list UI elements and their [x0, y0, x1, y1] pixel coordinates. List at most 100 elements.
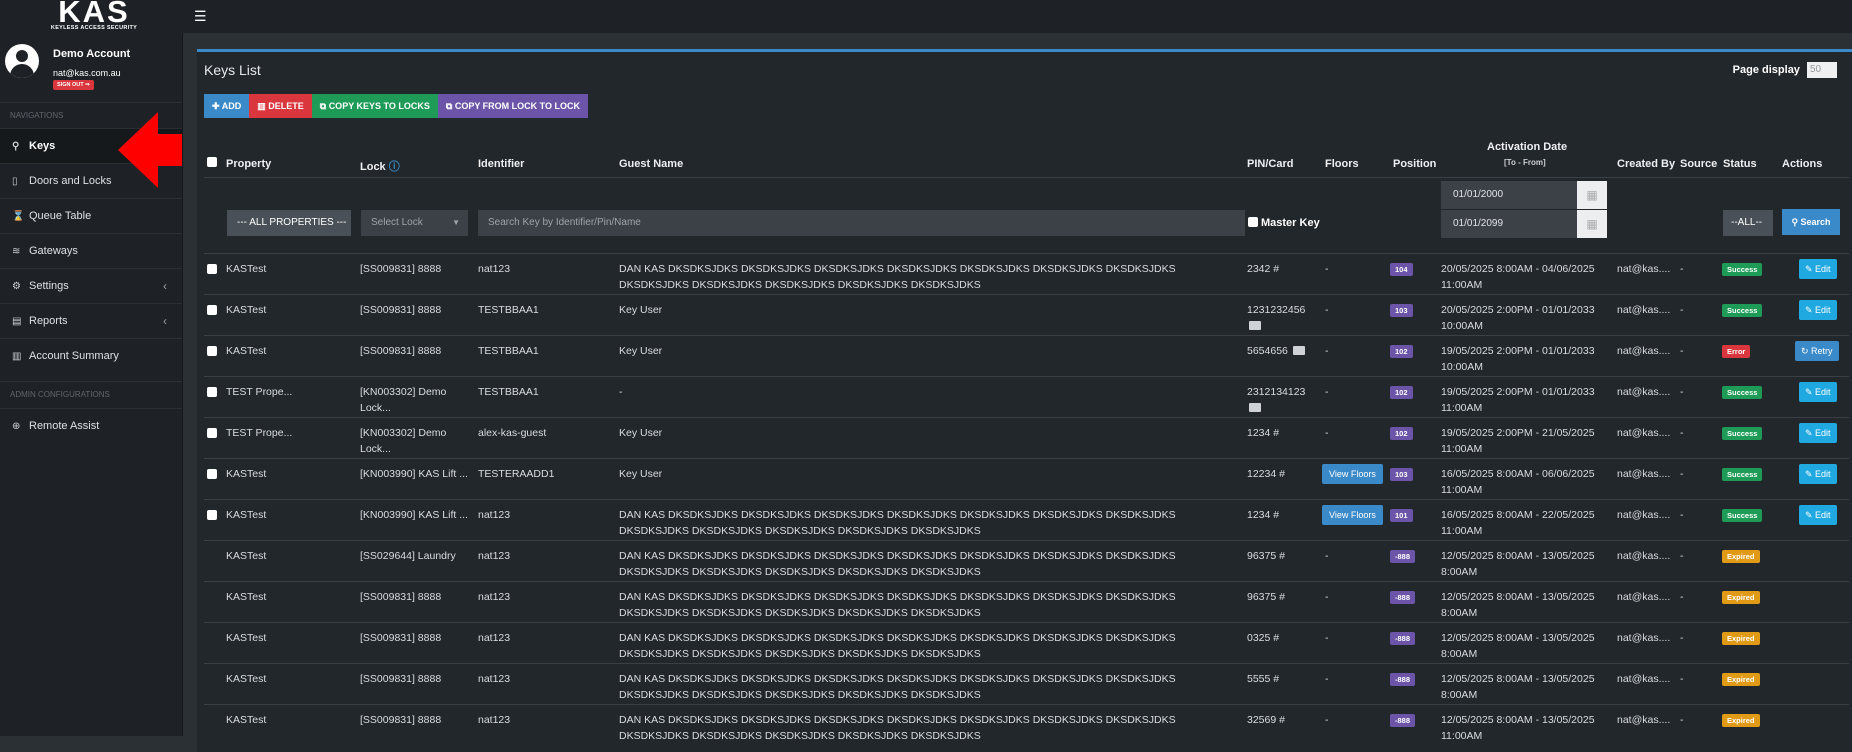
table-row[interactable]: TEST Prope... [KN003302] Demo Lock... TESTB…: [204, 376, 1849, 418]
header-status[interactable]: Status: [1723, 158, 1757, 170]
table-row[interactable]: KASTest [SS009831] 8888 nat123 DAN KAS DKSD…: [204, 581, 1849, 623]
table-row[interactable]: KASTest [SS009831] 8888 nat123 DAN KAS DKSD…: [204, 663, 1849, 705]
search-button[interactable]: ⚲ Search: [1782, 209, 1840, 235]
delete-button[interactable]: ▥ DELETE: [249, 94, 312, 118]
table-row[interactable]: KASTest [SS029644] Laundry nat123 DAN KAS D…: [204, 540, 1849, 582]
cell-floors: -: [1325, 304, 1329, 316]
cell-activation-date: 19/05/2025 2:00PM - 01/01/2033 11:00AM: [1441, 384, 1601, 416]
page-display-select[interactable]: 50: [1807, 62, 1837, 78]
cell-lock: [SS009831] 8888: [360, 261, 470, 277]
edit-button[interactable]: ✎ Edit: [1799, 505, 1837, 525]
retry-button[interactable]: ↻ Retry: [1795, 341, 1839, 361]
cell-property: KASTest: [226, 345, 267, 357]
cell-pin: 32569 #: [1247, 712, 1317, 728]
cell-guest-name: DAN KAS DKSDKSJDKS DKSDKSJDKS DKSDKSJDKS…: [619, 632, 1176, 660]
table-row[interactable]: KASTest [SS009831] 8888 nat123 DAN KAS DKSD…: [204, 253, 1849, 295]
kas-logo[interactable]: KAS KEYLESS ACCESS SECURITY: [44, 0, 144, 31]
cell-floors: -: [1325, 673, 1329, 685]
select-all-checkbox[interactable]: [207, 157, 217, 167]
user-name: Demo Account: [53, 48, 131, 60]
cell-created-by: nat@kas....: [1617, 550, 1671, 562]
row-checkbox[interactable]: [207, 346, 217, 356]
table-row[interactable]: KASTest [SS009831] 8888 nat123 DAN KAS DKSD…: [204, 622, 1849, 664]
status-badge: Success: [1722, 386, 1763, 399]
table-row[interactable]: KASTest [SS009831] 8888 TESTBBAA1 Key User 1…: [204, 294, 1849, 336]
property-filter-select[interactable]: --- ALL PROPERTIES ---: [227, 210, 351, 236]
header-property[interactable]: Property: [226, 158, 271, 170]
sign-out-button[interactable]: SIGN OUT ⇒: [53, 80, 94, 90]
row-checkbox[interactable]: [207, 305, 217, 315]
sidebar-item-settings[interactable]: ⚙ Settings ‹: [0, 268, 182, 303]
edit-button[interactable]: ✎ Edit: [1799, 259, 1837, 279]
cell-identifier: TESTERAADD1: [478, 468, 555, 480]
row-checkbox[interactable]: [207, 264, 217, 274]
sidebar-item-remote-assist[interactable]: ⊕ Remote Assist: [0, 408, 182, 443]
edit-button[interactable]: ✎ Edit: [1799, 300, 1837, 320]
table-row[interactable]: KASTest [KN003990] KAS Lift ... TESTERAADD…: [204, 458, 1849, 500]
edit-icon: ✎: [1805, 305, 1816, 315]
calendar-icon[interactable]: ▦: [1577, 210, 1607, 238]
copy-from-lock-to-lock-button[interactable]: ⧉ COPY FROM LOCK TO LOCK: [437, 94, 588, 118]
edit-button[interactable]: ✎ Edit: [1799, 382, 1837, 402]
header-pin-card[interactable]: PIN/Card: [1247, 158, 1293, 170]
sidebar-item-account-summary[interactable]: ▥ Account Summary: [0, 338, 182, 373]
copy-from-label: COPY FROM LOCK TO LOCK: [454, 101, 580, 111]
row-checkbox[interactable]: [207, 469, 217, 479]
header-created-by[interactable]: Created By: [1617, 158, 1675, 170]
cell-floors: -: [1325, 714, 1329, 726]
search-input[interactable]: Search Key by Identifier/Pin/Name: [478, 210, 1245, 236]
menu-toggle-icon[interactable]: ☰: [194, 8, 207, 25]
edit-button[interactable]: ✎ Edit: [1799, 464, 1837, 484]
search-label: Search: [1800, 217, 1831, 227]
master-key-filter[interactable]: Master Key: [1248, 217, 1320, 229]
cell-activation-date: 12/05/2025 8:00AM - 13/05/2025 11:00AM: [1441, 712, 1601, 744]
master-key-checkbox[interactable]: [1248, 217, 1258, 227]
row-checkbox[interactable]: [207, 428, 217, 438]
header-guest-name[interactable]: Guest Name: [619, 158, 683, 170]
header-source[interactable]: Source: [1680, 158, 1717, 170]
row-checkbox[interactable]: [207, 387, 217, 397]
date-from-input[interactable]: 01/01/2000 ▦: [1441, 181, 1607, 209]
cell-lock-line-2: Lock...: [360, 402, 391, 414]
edit-button[interactable]: ✎ Edit: [1799, 423, 1837, 443]
sidebar-item-gateways[interactable]: ≋ Gateways: [0, 233, 182, 268]
cell-lock-line: [SS009831] 8888: [360, 345, 442, 357]
header-position[interactable]: Position: [1393, 158, 1436, 170]
status-filter-select[interactable]: --ALL--: [1723, 210, 1773, 236]
view-floors-button[interactable]: View Floors: [1322, 464, 1383, 484]
table-row[interactable]: KASTest [SS009831] 8888 nat123 DAN KAS DKSD…: [204, 704, 1849, 746]
cell-lock: [KN003990] KAS Lift ...: [360, 507, 470, 523]
header-actions: Actions: [1782, 158, 1823, 170]
header-lock[interactable]: Lock ⓘ: [360, 158, 400, 174]
sidebar-item-queue-table[interactable]: ⌛ Queue Table: [0, 198, 182, 233]
date-to-input[interactable]: 01/01/2099 ▦: [1441, 210, 1607, 238]
cell-pin: 0325 #: [1247, 630, 1317, 646]
cell-pin-value: 1234 #: [1247, 509, 1280, 521]
calendar-icon[interactable]: ▦: [1577, 181, 1607, 209]
activation-line-1: 19/05/2025 2:00PM - 01/01/2033: [1441, 345, 1595, 357]
status-badge: Success: [1722, 263, 1763, 276]
position-badge: 103: [1390, 468, 1413, 481]
edit-icon: ✎: [1805, 469, 1816, 479]
cell-lock-line: [SS009831] 8888: [360, 673, 442, 685]
cell-created-by: nat@kas....: [1617, 673, 1671, 685]
table-row[interactable]: KASTest [SS009831] 8888 TESTBBAA1 Key User 5…: [204, 335, 1849, 377]
position-badge: 102: [1390, 345, 1413, 358]
cell-property: KASTest: [226, 591, 267, 603]
add-button[interactable]: ✚ ADD: [204, 94, 250, 118]
table-row[interactable]: TEST Prope... [KN003302] Demo Lock... alex-…: [204, 417, 1849, 459]
header-floors[interactable]: Floors: [1325, 158, 1359, 170]
view-floors-button[interactable]: View Floors: [1322, 505, 1383, 525]
row-checkbox[interactable]: [207, 510, 217, 520]
cell-pin-value: 5654656: [1247, 345, 1288, 357]
sidebar-item-reports[interactable]: ▤ Reports ‹: [0, 303, 182, 338]
header-activation-date[interactable]: Activation Date: [1487, 141, 1567, 153]
cell-lock-line: [SS009831] 8888: [360, 304, 442, 316]
copy-keys-to-locks-button[interactable]: ⧉ COPY KEYS TO LOCKS: [311, 94, 438, 118]
header-identifier[interactable]: Identifier: [478, 158, 524, 170]
lock-filter-placeholder: Select Lock: [371, 217, 423, 228]
lock-filter-select[interactable]: Select Lock ▼: [361, 210, 468, 236]
cell-property: KASTest: [226, 304, 267, 316]
status-badge: Expired: [1722, 591, 1760, 604]
table-row[interactable]: KASTest [KN003990] KAS Lift ... nat123 DAN …: [204, 499, 1849, 541]
